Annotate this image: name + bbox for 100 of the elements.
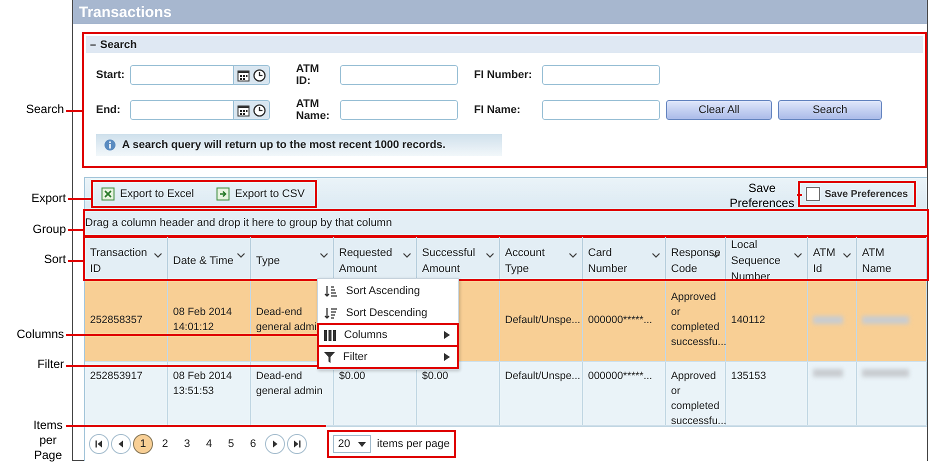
callout-label: Columns bbox=[16, 327, 64, 342]
first-page-icon bbox=[95, 440, 103, 448]
blurred-text bbox=[813, 316, 844, 324]
field-label: ATM Name: bbox=[296, 98, 331, 122]
table-cell: Approved or completed successfu... bbox=[671, 290, 726, 350]
chevron-icon[interactable] bbox=[569, 253, 577, 258]
clock-icon[interactable] bbox=[253, 104, 266, 116]
checkbox[interactable] bbox=[806, 187, 820, 201]
table-cell-text: Dead-end general admin bbox=[256, 369, 324, 399]
search-button[interactable]: Search bbox=[778, 100, 882, 120]
text-field[interactable] bbox=[340, 65, 458, 85]
callout-label: Items per Page bbox=[32, 418, 64, 463]
save-preferences-checkbox[interactable]: Save Preferences bbox=[800, 183, 914, 205]
text-field[interactable] bbox=[542, 100, 660, 120]
chevron-icon[interactable] bbox=[794, 253, 802, 258]
page-number[interactable]: 5 bbox=[221, 434, 241, 454]
chevron-icon[interactable] bbox=[403, 253, 411, 258]
group-drop-area[interactable]: Drag a column header and drop it here to group by that column bbox=[85, 211, 927, 236]
callout-label: Group bbox=[32, 222, 66, 237]
menu-item[interactable]: Sort Ascending bbox=[318, 280, 458, 302]
column-header[interactable]: ATM Name bbox=[857, 237, 927, 279]
leader-line bbox=[66, 110, 84, 112]
table-row[interactable]: 252853917 08 Feb 2014 13:51:53 Dead-end general admin $0.00 $0.00 Default/Unspe... 000000*****... Approved or completed successfu... 135153 bbox=[85, 362, 927, 426]
datetime-field[interactable] bbox=[130, 100, 234, 120]
callout-label: Filter bbox=[36, 357, 64, 372]
table-cell: 140112 bbox=[731, 312, 766, 328]
chevron-icon[interactable] bbox=[320, 253, 328, 258]
page-number[interactable]: 3 bbox=[177, 434, 197, 454]
menu-item[interactable]: Columns bbox=[318, 324, 458, 346]
column-header[interactable]: Account Type bbox=[500, 237, 583, 279]
picker-button-group[interactable] bbox=[234, 100, 270, 120]
previous-page-button[interactable] bbox=[111, 434, 131, 454]
next-page-button[interactable] bbox=[265, 434, 285, 454]
table-cell-text: 08 Feb 2014 13:51:53 bbox=[173, 369, 233, 399]
table-cell-text: Dead-end general admi bbox=[256, 305, 318, 335]
menu-item[interactable]: Sort Descending bbox=[318, 302, 458, 324]
blurred-text bbox=[813, 369, 844, 377]
chevron-icon[interactable] bbox=[237, 253, 245, 258]
last-page-icon bbox=[293, 440, 301, 448]
table-cell: Default/Unspe... bbox=[505, 312, 580, 328]
table-cell: 000000*****... bbox=[588, 312, 652, 328]
blurred-text bbox=[862, 316, 910, 324]
search-button[interactable]: Clear All bbox=[666, 100, 772, 120]
table-cell-text: 08 Feb 2014 14:01:12 bbox=[173, 305, 233, 335]
leader-line bbox=[68, 260, 84, 262]
column-header[interactable]: ATM Id bbox=[808, 237, 857, 279]
chevron-icon[interactable] bbox=[154, 253, 162, 258]
checkbox-label: Save Preferences bbox=[824, 188, 908, 200]
submenu-arrow-icon bbox=[444, 331, 450, 339]
sort-descending-icon bbox=[324, 307, 338, 319]
collapse-toggle[interactable]: – bbox=[90, 38, 96, 50]
search-header[interactable]: – Search bbox=[86, 36, 923, 53]
page-number[interactable]: 1 bbox=[133, 434, 153, 454]
field-label: FI Name: bbox=[474, 104, 522, 116]
chevron-icon[interactable] bbox=[652, 253, 660, 258]
text-field[interactable] bbox=[542, 65, 660, 85]
info-text: A search query will return up to the most recent 1000 records. bbox=[122, 139, 446, 151]
column-header[interactable]: Card Number bbox=[583, 237, 666, 279]
table-cell: 000000*****... bbox=[588, 369, 652, 384]
last-page-button[interactable] bbox=[287, 434, 307, 454]
column-header[interactable]: Response Code bbox=[666, 237, 726, 279]
page-size-dropdown[interactable]: 20 bbox=[333, 435, 371, 453]
picker-button-group[interactable] bbox=[234, 65, 270, 85]
first-page-button[interactable] bbox=[89, 434, 109, 454]
export-button[interactable]: Export to Excel bbox=[97, 185, 198, 203]
callout-label: Export bbox=[30, 191, 66, 206]
search-title: Search bbox=[100, 38, 137, 50]
columns-icon bbox=[324, 330, 336, 340]
field-label: End: bbox=[96, 104, 122, 116]
datetime-field[interactable] bbox=[130, 65, 234, 85]
calendar-icon[interactable] bbox=[237, 104, 250, 116]
callout-label: Sort bbox=[42, 252, 66, 267]
calendar-icon[interactable] bbox=[237, 68, 250, 82]
field-label: FI Number: bbox=[474, 69, 534, 81]
chevron-icon[interactable] bbox=[486, 253, 494, 258]
table-cell: $0.00 bbox=[422, 369, 448, 384]
export-button[interactable]: Export to CSV bbox=[212, 185, 309, 203]
text-field[interactable] bbox=[340, 100, 458, 120]
blurred-text bbox=[862, 369, 910, 377]
column-header[interactable]: Date & Time bbox=[168, 237, 251, 279]
page-number[interactable]: 2 bbox=[155, 434, 175, 454]
chevron-icon[interactable] bbox=[843, 253, 851, 258]
field-label: Start: bbox=[96, 69, 124, 81]
submenu-arrow-icon bbox=[444, 353, 450, 361]
caret-icon bbox=[358, 442, 366, 446]
table-cell: 135153 bbox=[731, 369, 766, 384]
spreadsheet-icon bbox=[101, 187, 115, 201]
column-header[interactable]: Transaction ID bbox=[85, 237, 168, 279]
table-cell: Approved or completed successfu... bbox=[671, 369, 726, 425]
window-title: Transactions bbox=[73, 0, 927, 24]
page-number[interactable]: 4 bbox=[199, 434, 219, 454]
clock-icon[interactable] bbox=[253, 68, 266, 82]
page-number[interactable]: 6 bbox=[243, 434, 263, 454]
chevron-icon[interactable] bbox=[712, 253, 720, 258]
table-cell: 252858357 bbox=[90, 312, 143, 328]
right-triangle-icon bbox=[271, 440, 279, 448]
callout-label: Search bbox=[24, 102, 64, 117]
table-cell: Default/Unspe... bbox=[505, 369, 580, 384]
table-cell: 252853917 bbox=[90, 369, 143, 384]
left-triangle-icon bbox=[117, 440, 125, 448]
